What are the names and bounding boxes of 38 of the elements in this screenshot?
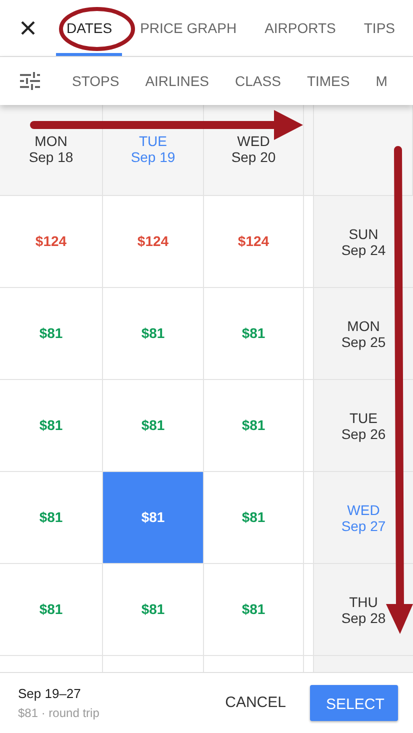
filter-chip[interactable]: CLASS (223, 70, 293, 92)
filter-chip[interactable]: TIMES (294, 70, 362, 92)
price-cell[interactable]: $81 (103, 288, 204, 380)
price-cell[interactable]: $124 (103, 196, 204, 288)
tab[interactable]: AIRPORTS (254, 0, 346, 56)
price-cell[interactable]: $81 (0, 472, 103, 564)
filter-chip[interactable]: STOPS (60, 70, 132, 92)
filter-chip[interactable]: AIRLINES (133, 70, 222, 92)
filter-chip[interactable]: M (364, 70, 400, 92)
price-cell[interactable]: $81 (103, 380, 204, 472)
date-label: MON Sep 25 (341, 318, 386, 350)
price-cell[interactable]: $81 (0, 564, 103, 656)
price-cell[interactable]: $81 (204, 288, 304, 380)
date-label: WED Sep 20 (231, 133, 276, 165)
price-cell[interactable]: $124 (204, 196, 304, 288)
select-button[interactable]: SELECT (310, 685, 398, 721)
close-icon (20, 20, 36, 36)
date-label: TUE Sep 26 (341, 410, 386, 442)
date-label: THU Sep 28 (341, 594, 386, 626)
tab[interactable]: PRICE GRAPH (130, 0, 247, 56)
date-label: SUN Sep 24 (341, 226, 386, 258)
price-cell[interactable]: $81 (204, 380, 304, 472)
trip-price-summary: $81 · round trip (18, 704, 100, 722)
price-cell[interactable]: $81 (204, 472, 304, 564)
price-cell[interactable]: $81 (0, 288, 103, 380)
date-label: MON Sep 18 (28, 133, 74, 165)
cancel-button[interactable]: CANCEL (213, 684, 298, 722)
price-cell[interactable]: $81 (103, 564, 204, 656)
tab[interactable]: DATES (56, 0, 122, 56)
price-cell[interactable]: $124 (0, 196, 103, 288)
price-cell[interactable]: $81 (0, 380, 103, 472)
price-cell[interactable]: $81 (204, 564, 304, 656)
tab[interactable]: TIPS (354, 0, 405, 56)
trip-dates: Sep 19–27 (18, 685, 82, 704)
sliders-icon (20, 72, 40, 90)
price-cell[interactable]: $81 (103, 472, 204, 564)
date-label: TUE Sep 19 (130, 133, 176, 165)
date-label: WED Sep 27 (341, 502, 386, 534)
